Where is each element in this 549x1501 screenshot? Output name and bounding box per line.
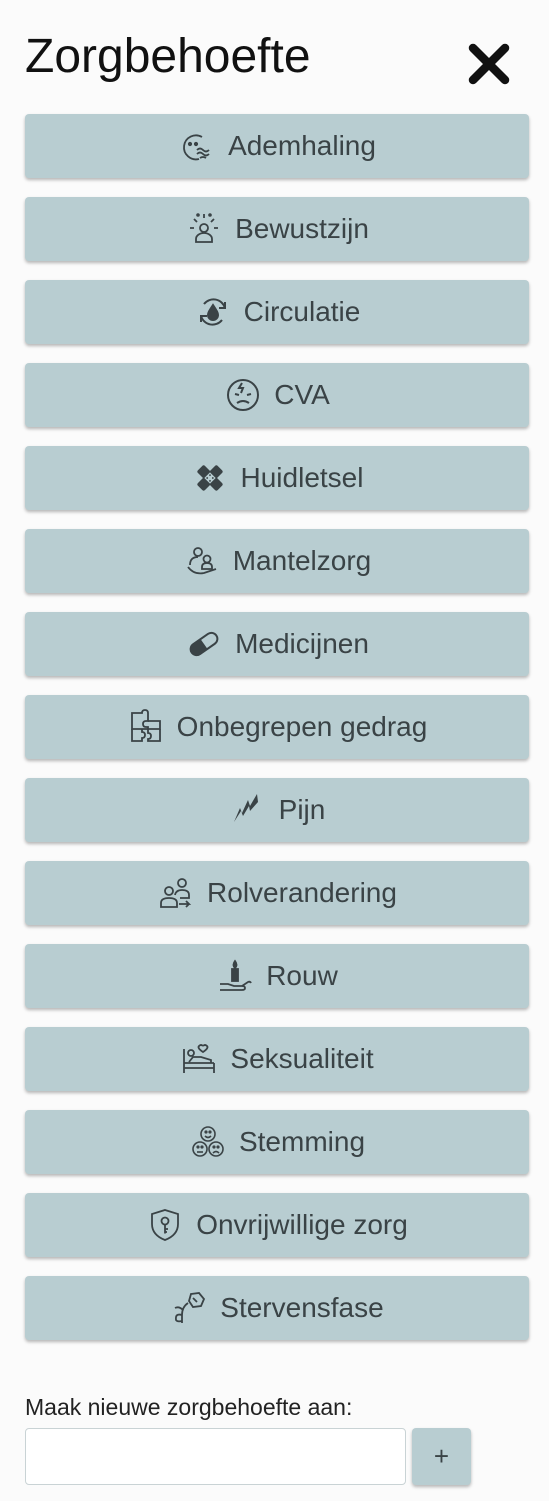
care-need-button-onvrijwillige-zorg[interactable]: Onvrijwillige zorg bbox=[25, 1193, 529, 1257]
pain-icon bbox=[229, 791, 267, 829]
add-care-need-button[interactable]: + bbox=[412, 1428, 471, 1485]
care-need-button-stemming[interactable]: Stemming bbox=[25, 1110, 529, 1174]
role-change-icon bbox=[157, 874, 195, 912]
care-need-label: Bewustzijn bbox=[235, 213, 369, 244]
care-need-label: Huidletsel bbox=[240, 462, 364, 493]
care-need-button-ademhaling[interactable]: Ademhaling bbox=[25, 114, 529, 178]
care-need-button-seksualiteit[interactable]: Seksualiteit bbox=[25, 1027, 529, 1091]
care-need-button-stervensfase[interactable]: Stervensfase bbox=[25, 1276, 529, 1340]
breathing-icon bbox=[178, 127, 216, 165]
page-title: Zorgbehoefte bbox=[25, 30, 311, 83]
care-need-button-mantelzorg[interactable]: Mantelzorg bbox=[25, 529, 529, 593]
header: Zorgbehoefte bbox=[25, 26, 529, 96]
care-need-button-huidletsel[interactable]: Huidletsel bbox=[25, 446, 529, 510]
caregiver-icon bbox=[183, 542, 221, 580]
shield-lock-icon bbox=[146, 1206, 184, 1244]
new-care-need-input[interactable] bbox=[25, 1428, 406, 1485]
puzzle-icon bbox=[127, 708, 165, 746]
care-need-label: Onbegrepen gedrag bbox=[176, 711, 428, 742]
care-need-button-rouw[interactable]: Rouw bbox=[25, 944, 529, 1008]
care-need-label: Mantelzorg bbox=[232, 545, 372, 576]
care-need-label: Circulatie bbox=[243, 296, 361, 327]
cva-icon bbox=[224, 376, 262, 414]
care-need-label: Ademhaling bbox=[228, 130, 376, 161]
care-need-button-onbegrepen-gedrag[interactable]: Onbegrepen gedrag bbox=[25, 695, 529, 759]
care-need-label: Medicijnen bbox=[235, 628, 369, 659]
care-need-label: Rouw bbox=[266, 960, 338, 991]
care-need-label: Onvrijwillige zorg bbox=[196, 1209, 408, 1240]
care-need-label: Seksualiteit bbox=[230, 1043, 374, 1074]
care-need-label: Stemming bbox=[238, 1126, 366, 1157]
care-need-button-pijn[interactable]: Pijn bbox=[25, 778, 529, 842]
care-need-label: Rolverandering bbox=[207, 877, 397, 908]
care-need-button-cva[interactable]: CVA bbox=[25, 363, 529, 427]
consciousness-icon bbox=[185, 210, 223, 248]
care-need-list: Ademhaling Bewustzijn Circulatie CVA Hui… bbox=[25, 114, 529, 1359]
wilting-flower-icon bbox=[170, 1289, 208, 1327]
bed-icon bbox=[180, 1040, 218, 1078]
pill-icon bbox=[185, 625, 223, 663]
care-need-button-medicijnen[interactable]: Medicijnen bbox=[25, 612, 529, 676]
circulation-icon bbox=[194, 293, 232, 331]
care-need-label: CVA bbox=[274, 379, 330, 410]
new-care-need-row: + bbox=[25, 1428, 529, 1486]
bandage-icon bbox=[191, 459, 229, 497]
mood-faces-icon bbox=[189, 1123, 227, 1161]
care-need-button-rolverandering[interactable]: Rolverandering bbox=[25, 861, 529, 925]
care-need-button-circulatie[interactable]: Circulatie bbox=[25, 280, 529, 344]
care-need-label: Pijn bbox=[278, 794, 326, 825]
care-need-label: Stervensfase bbox=[220, 1292, 384, 1323]
close-icon bbox=[468, 43, 510, 85]
close-button[interactable] bbox=[467, 42, 511, 86]
new-care-need-section: Maak nieuwe zorgbehoefte aan: + bbox=[25, 1392, 529, 1486]
care-need-button-bewustzijn[interactable]: Bewustzijn bbox=[25, 197, 529, 261]
new-care-need-label: Maak nieuwe zorgbehoefte aan: bbox=[25, 1394, 353, 1420]
candle-hand-icon bbox=[216, 957, 254, 995]
